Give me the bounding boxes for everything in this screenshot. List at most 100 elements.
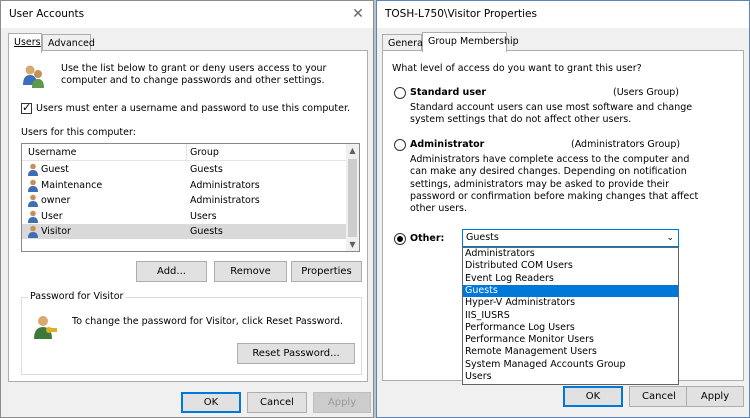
users-list-label: Users for this computer:: [21, 127, 136, 138]
username-cell: Maintenance: [41, 179, 103, 191]
standard-user-group: (Users Group): [613, 87, 679, 98]
radio-selected-dot: [397, 236, 403, 242]
dropdown-item[interactable]: Remote Management Users: [463, 346, 678, 358]
cancel-button[interactable]: Cancel: [629, 386, 689, 407]
description-line: settings, administrators may be asked to…: [410, 178, 669, 190]
users-list-scrollbar[interactable]: ▲ ▼: [346, 144, 359, 251]
scroll-up-arrow-icon[interactable]: ▲: [346, 144, 359, 157]
users-icon: [23, 65, 44, 88]
dropdown-item[interactable]: Guests: [463, 284, 678, 298]
group-membership-panel: What level of access do you want to gran…: [382, 50, 744, 385]
cancel-label: Cancel: [260, 397, 294, 408]
tab-label: Advanced: [48, 38, 95, 49]
user-icon: [28, 179, 38, 192]
standard-user-label[interactable]: Standard user: [410, 87, 486, 99]
dropdown-item[interactable]: System Managed Accounts Group: [463, 359, 678, 371]
column-header-username[interactable]: Username: [28, 147, 76, 158]
user-accounts-window: User Accounts ✕ Users Advanced Use the l…: [0, 0, 374, 418]
apply-label: Apply: [327, 397, 357, 408]
ok-button[interactable]: OK: [563, 386, 623, 407]
remove-user-button[interactable]: Remove: [214, 261, 287, 282]
table-row[interactable]: Maintenance Administrators: [22, 178, 348, 193]
user-accounts-titlebar[interactable]: User Accounts ✕: [1, 1, 373, 28]
dropdown-item[interactable]: Distributed COM Users: [463, 260, 678, 272]
user-icon: [28, 225, 38, 238]
dropdown-item[interactable]: Administrators: [463, 248, 678, 260]
dropdown-item[interactable]: Users: [463, 371, 678, 383]
scroll-thumb[interactable]: [348, 159, 357, 237]
cancel-button[interactable]: Cancel: [247, 392, 307, 413]
user-icon: [28, 210, 38, 223]
password-group-text: To change the password for Visitor, clic…: [72, 316, 344, 327]
administrator-radio[interactable]: [394, 139, 406, 151]
tab-label: Users: [14, 37, 41, 48]
user-key-icon: [34, 316, 57, 339]
tab-group-membership[interactable]: Group Membership: [422, 32, 519, 52]
properties-titlebar[interactable]: TOSH-L750\Visitor Properties: [377, 1, 749, 28]
close-icon[interactable]: ✕: [347, 4, 369, 24]
ok-button[interactable]: OK: [181, 392, 241, 413]
access-question: What level of access do you want to gran…: [392, 63, 642, 74]
username-cell: User: [41, 210, 63, 222]
properties-button[interactable]: Properties: [291, 261, 362, 282]
check-icon: ✓: [22, 101, 32, 114]
group-cell: Guests: [190, 164, 223, 175]
username-cell: owner: [41, 195, 71, 206]
ok-label: OK: [585, 391, 601, 402]
reset-password-button[interactable]: Reset Password...: [237, 343, 355, 364]
description-line: system settings that do not affect other…: [410, 114, 632, 126]
other-radio[interactable]: [394, 233, 406, 245]
password-groupbox: Password for Visitor To change the passw…: [21, 291, 362, 375]
description-line: password or confirmation before making c…: [410, 190, 699, 202]
remove-button-label: Remove: [230, 266, 271, 277]
dropdown-item[interactable]: Performance Monitor Users: [463, 334, 678, 346]
standard-user-description: Standard account users can use most soft…: [410, 102, 730, 127]
table-row[interactable]: Guest Guests: [22, 162, 348, 177]
scroll-down-arrow-icon[interactable]: ▼: [346, 238, 359, 251]
window-title: User Accounts: [9, 8, 85, 20]
apply-button[interactable]: Apply: [313, 392, 371, 413]
user-accounts-description: Use the list below to grant or deny user…: [61, 63, 327, 87]
group-cell: Guests: [190, 226, 223, 237]
dropdown-item[interactable]: Event Log Readers: [463, 273, 678, 285]
group-dropdown-list[interactable]: Administrators Distributed COM Users Event…: [462, 247, 679, 385]
username-cell: Visitor: [41, 226, 71, 237]
group-combobox[interactable]: Guests ⌄: [462, 229, 679, 247]
add-user-button[interactable]: Add...: [136, 261, 207, 282]
administrator-label[interactable]: Administrator: [410, 139, 484, 151]
chevron-down-icon[interactable]: ⌄: [666, 230, 674, 247]
table-row[interactable]: owner Administrators: [22, 193, 348, 208]
table-row[interactable]: Visitor Guests: [22, 224, 348, 239]
administrator-description: Administrators have complete access to t…: [410, 154, 735, 215]
combobox-value: Guests: [466, 232, 499, 243]
description-line: Administrators have complete access to t…: [410, 154, 690, 165]
require-login-checkbox[interactable]: ✓: [21, 101, 32, 114]
table-row[interactable]: User Users: [22, 209, 348, 224]
reset-password-label: Reset Password...: [252, 348, 340, 359]
properties-button-label: Properties: [301, 266, 352, 277]
other-label[interactable]: Other:: [410, 233, 444, 245]
column-separator[interactable]: [186, 144, 187, 161]
dropdown-item[interactable]: Hyper-V Administrators: [463, 297, 678, 309]
password-group-title: Password for Visitor: [28, 291, 126, 302]
require-login-label[interactable]: Users must enter a username and password…: [36, 103, 366, 115]
add-button-label: Add...: [157, 266, 186, 277]
tab-label: Group Membership: [428, 36, 519, 47]
administrator-group: (Administrators Group): [571, 139, 681, 150]
dropdown-item[interactable]: Performance Log Users: [463, 322, 678, 334]
group-cell: Users: [190, 210, 217, 222]
username-cell: Guest: [41, 164, 69, 175]
users-list[interactable]: Username Group Guest Guests Maintenance Adm…: [21, 143, 360, 252]
user-icon: [28, 163, 38, 176]
apply-button[interactable]: Apply: [686, 386, 744, 407]
description-line: can make any desired changes. Depending …: [410, 166, 687, 178]
column-header-group[interactable]: Group: [190, 147, 219, 158]
dropdown-item[interactable]: IIS_IUSRS: [463, 310, 678, 322]
window-title: TOSH-L750\Visitor Properties: [385, 8, 537, 20]
user-icon: [28, 194, 38, 207]
group-cell: Administrators: [190, 195, 260, 206]
tab-label: General: [388, 38, 426, 49]
tab-users[interactable]: Users: [8, 33, 42, 53]
standard-user-radio[interactable]: [394, 87, 406, 99]
properties-window: TOSH-L750\Visitor Properties General Gro…: [376, 0, 750, 418]
